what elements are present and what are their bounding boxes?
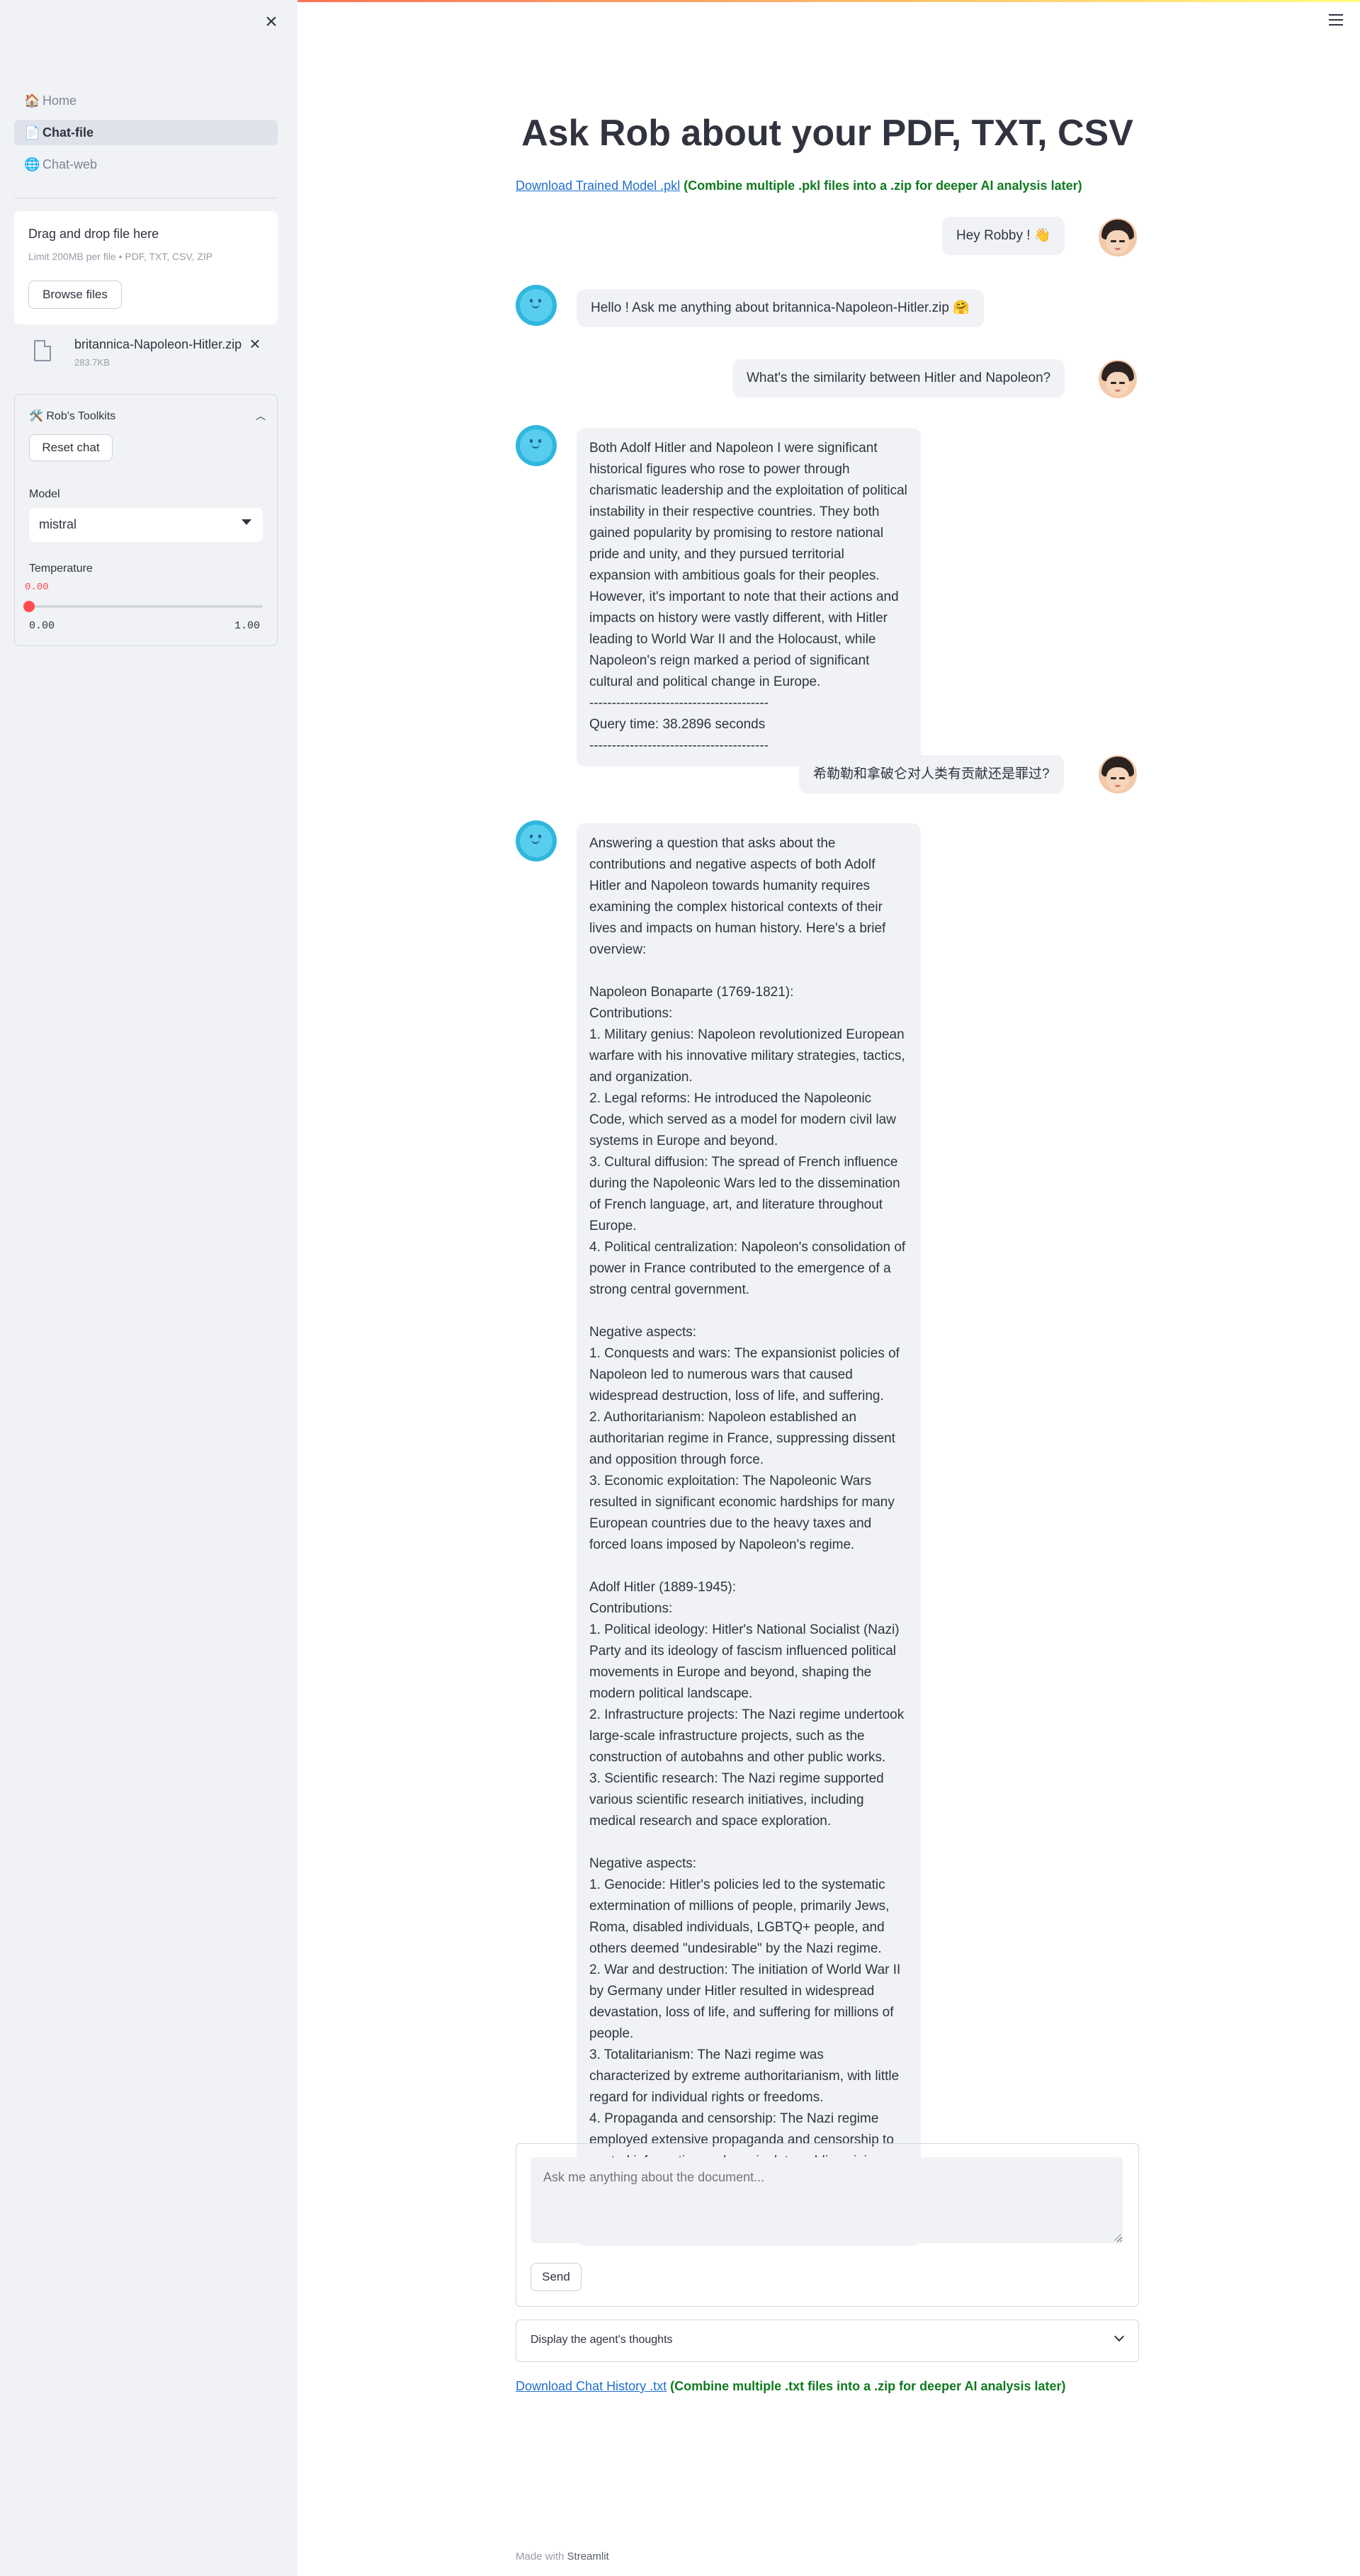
- user-avatar: [1099, 218, 1137, 256]
- download-chat-note: (Combine multiple .txt files into a .zip…: [667, 2379, 1066, 2393]
- document-icon: 📄: [24, 125, 40, 140]
- uploader-title: Drag and drop file here: [28, 227, 159, 241]
- sidebar-item-label: Chat-file: [42, 125, 94, 140]
- agent-thoughts-label: Display the agent's thoughts: [531, 2334, 673, 2346]
- caret-down-icon: [242, 519, 251, 525]
- slider-thumb[interactable]: [23, 601, 35, 612]
- user-avatar: [1099, 360, 1137, 398]
- user-message: What's the similarity between Hitler and…: [732, 359, 1065, 397]
- assistant-message: Hello ! Ask me anything about britannica…: [577, 289, 984, 327]
- slider-min: 0.00: [29, 620, 55, 632]
- uploader-limits: Limit 200MB per file • PDF, TXT, CSV, ZI…: [28, 251, 213, 262]
- chat-input-form: Send: [516, 2143, 1139, 2307]
- sidebar-item-label: Chat-web: [42, 157, 98, 171]
- sidebar-item-home[interactable]: 🏠 Home: [14, 88, 278, 113]
- streamlit-link[interactable]: Streamlit: [567, 2550, 609, 2563]
- footer: Made with Streamlit: [516, 2550, 609, 2563]
- footer-prefix: Made with: [516, 2550, 567, 2563]
- reset-chat-button[interactable]: Reset chat: [29, 434, 113, 461]
- download-model-link[interactable]: Download Trained Model .pkl: [516, 179, 680, 193]
- assistant-avatar: [516, 820, 557, 862]
- file-icon: [34, 340, 51, 361]
- remove-file-icon[interactable]: ×: [244, 333, 266, 354]
- send-button[interactable]: Send: [531, 2263, 582, 2291]
- temperature-slider[interactable]: [23, 601, 263, 612]
- sidebar-nav: 🏠 Home 📄 Chat-file 🌐 Chat-web: [14, 88, 278, 183]
- uploaded-file-size: 283.7KB: [74, 357, 110, 368]
- agent-thoughts-expander[interactable]: Display the agent's thoughts: [516, 2320, 1139, 2362]
- page-title: Ask Rob about your PDF, TXT, CSV: [521, 113, 1133, 154]
- sidebar-item-label: Home: [42, 93, 77, 108]
- download-model-note: (Combine multiple .pkl files into a .zip…: [680, 179, 1082, 193]
- question-textarea[interactable]: [531, 2157, 1123, 2243]
- sidebar-item-chat-file[interactable]: 📄 Chat-file: [14, 120, 278, 145]
- uploaded-file-name: britannica-Napoleon-Hitler.zip: [74, 337, 242, 351]
- chevron-up-icon[interactable]: ︿: [256, 409, 266, 423]
- temperature-label: Temperature: [29, 563, 93, 575]
- download-model-line: Download Trained Model .pkl (Combine mul…: [516, 179, 1082, 193]
- hamburger-menu-icon[interactable]: [1329, 14, 1343, 26]
- slider-max: 1.00: [234, 620, 261, 632]
- close-sidebar-icon[interactable]: ×: [261, 10, 282, 34]
- uploaded-file: britannica-Napoleon-Hitler.zip 283.7KB ×: [14, 333, 278, 375]
- file-uploader-dropzone[interactable]: Drag and drop file here Limit 200MB per …: [14, 211, 278, 324]
- resize-handle-icon[interactable]: [1114, 2234, 1121, 2241]
- temperature-value: 0.00: [25, 582, 49, 593]
- model-selected-value: mistral: [39, 517, 76, 531]
- model-select[interactable]: mistral: [29, 508, 263, 542]
- toolkits-title[interactable]: 🛠️ Rob's Toolkits: [29, 409, 115, 423]
- house-icon: 🏠: [24, 93, 40, 108]
- assistant-message: Answering a question that asks about the…: [577, 823, 921, 2246]
- browse-files-button[interactable]: Browse files: [28, 281, 122, 309]
- globe-icon: 🌐: [24, 157, 40, 171]
- user-message: 希勒勒和拿破仑对人类有贡献还是罪过?: [799, 755, 1064, 793]
- user-avatar: [1099, 755, 1137, 793]
- assistant-avatar: [516, 425, 557, 466]
- model-label: Model: [29, 488, 60, 500]
- sidebar: × 🏠 Home 📄 Chat-file 🌐 Chat-web Drag and…: [0, 0, 298, 2576]
- assistant-avatar: [516, 285, 557, 326]
- chevron-down-icon: [1114, 2331, 1125, 2342]
- toolkits-expander: 🛠️ Rob's Toolkits ︿ Reset chat Model mis…: [14, 394, 278, 646]
- user-message: Hey Robby ! 👋: [942, 217, 1065, 255]
- sidebar-item-chat-web[interactable]: 🌐 Chat-web: [14, 152, 278, 177]
- download-chat-link[interactable]: Download Chat History .txt: [516, 2379, 667, 2393]
- assistant-message: Both Adolf Hitler and Napoleon I were si…: [577, 428, 921, 767]
- download-chat-line: Download Chat History .txt (Combine mult…: [516, 2379, 1066, 2394]
